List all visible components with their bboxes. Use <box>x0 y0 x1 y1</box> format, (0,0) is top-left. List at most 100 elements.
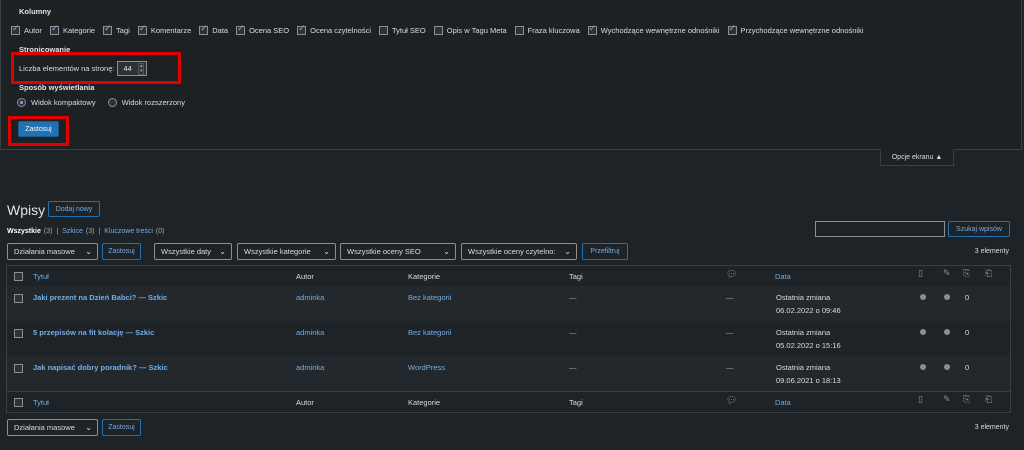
post-title-link[interactable]: 5 przepisów na fit kolację — Szkic <box>33 328 154 337</box>
column-option[interactable]: Komentarze <box>137 24 191 35</box>
column-option[interactable]: Przychodzące wewnętrzne odnośniki <box>727 24 864 35</box>
column-title-footer[interactable]: Tytuł <box>33 398 49 407</box>
column-option[interactable]: Tagi <box>103 24 130 35</box>
extended-view-radio[interactable] <box>107 98 117 107</box>
column-tags: Tagi <box>569 272 583 281</box>
post-category-link[interactable]: Bez kategorii <box>408 328 451 337</box>
search-posts-button[interactable]: Szukaj wpisów <box>948 221 1010 237</box>
post-title-link[interactable]: Jaki prezent na Dzień Babci? — Szkic <box>33 293 167 302</box>
comment-icon[interactable]: 💬︎ <box>726 396 737 406</box>
post-comments: — <box>726 363 734 372</box>
filter-button[interactable]: Przefiltruj <box>582 243 628 260</box>
row-checkbox[interactable] <box>14 364 23 373</box>
column-option-label: Data <box>212 25 229 35</box>
column-option-label: Fraza kluczowa <box>527 25 580 35</box>
posts-table: Tytuł Autor Kategorie Tagi 💬︎ Data ▯ ✎ ⎘… <box>6 265 1011 413</box>
outgoing-links-icon: ⎘ <box>963 269 971 279</box>
column-checkbox[interactable] <box>587 24 597 35</box>
categories-value: Wszystkie kategorie <box>244 247 311 256</box>
post-title-link[interactable]: Jak napisać dobry poradnik? — Szkic <box>33 363 168 372</box>
column-checkbox[interactable] <box>297 24 307 35</box>
post-author-link[interactable]: adminka <box>296 293 324 302</box>
post-category-link[interactable]: Bez kategorii <box>408 293 451 302</box>
table-row: 5 przepisów na fit kolację — Szkic admink… <box>7 321 1010 356</box>
column-option-label: Wychodzące wewnętrzne odnośniki <box>600 25 720 35</box>
bulk-actions-value: Działania masowe <box>14 247 75 256</box>
comment-icon[interactable]: 💬︎ <box>726 270 737 280</box>
bulk-actions-select[interactable]: Działania masowe ⌄ <box>7 243 98 260</box>
readability-select[interactable]: Wszystkie oceny czytelno: ⌄ <box>461 243 577 260</box>
bulk-actions-select-bottom[interactable]: Działania masowe ⌄ <box>7 419 98 436</box>
dates-select[interactable]: Wszystkie daty ⌄ <box>154 243 232 260</box>
compact-view-radio[interactable] <box>17 98 26 107</box>
post-category-link[interactable]: WordPress <box>408 363 445 372</box>
filter-cornerstone[interactable]: Kluczowe treści <box>104 228 153 235</box>
column-option[interactable]: Kategorie <box>49 24 96 35</box>
column-option[interactable]: Ocena SEO <box>236 24 289 35</box>
row-checkbox[interactable] <box>14 329 23 338</box>
column-tags-footer: Tagi <box>569 398 583 407</box>
column-checkbox[interactable] <box>236 24 246 35</box>
post-author-link[interactable]: adminka <box>296 328 324 337</box>
readability-icon: ✎ <box>943 395 951 405</box>
column-checkbox[interactable] <box>49 24 59 35</box>
column-option-label: Kategorie <box>62 25 96 35</box>
column-checkbox[interactable] <box>727 24 737 35</box>
post-date-label: Ostatnia zmiana <box>776 293 831 302</box>
highlight-apply <box>8 116 69 146</box>
extended-view-label: Widok rozszerzony <box>121 98 185 107</box>
bulk-apply-button[interactable]: Zastosuj <box>102 243 141 260</box>
column-checkbox[interactable] <box>137 24 147 35</box>
incoming-links-icon: ⎗ <box>985 269 993 279</box>
dates-value: Wszystkie daty <box>161 247 212 256</box>
column-option[interactable]: Tytuł SEO <box>379 25 426 35</box>
filter-drafts-count: (3) <box>85 228 95 235</box>
column-option[interactable]: Fraza kluczowa <box>514 25 580 35</box>
seo-score-dot <box>920 364 926 370</box>
readability-dot <box>944 364 950 370</box>
column-option[interactable]: Opis w Tagu Meta <box>433 25 507 35</box>
table-row: Jaki prezent na Dzień Babci? — Szkic admi… <box>7 286 1010 321</box>
search-input[interactable] <box>815 221 945 237</box>
chevron-down-icon: ⌄ <box>219 247 226 256</box>
select-all-checkbox-footer[interactable] <box>14 398 23 407</box>
column-checkbox[interactable] <box>199 24 209 35</box>
column-checkbox[interactable] <box>379 25 388 35</box>
bulk-apply-button-bottom[interactable]: Zastosuj <box>102 419 141 436</box>
seo-score-icon: ▯ <box>918 395 923 405</box>
filter-all[interactable]: Wszystkie <box>7 228 41 235</box>
column-option-label: Opis w Tagu Meta <box>446 25 507 35</box>
column-option-label: Tagi <box>116 25 130 35</box>
column-author-footer: Autor <box>296 398 314 407</box>
column-option[interactable]: Data <box>199 24 229 35</box>
column-option[interactable]: Ocena czytelności <box>297 24 371 35</box>
column-option[interactable]: Wychodzące wewnętrzne odnośniki <box>587 24 720 35</box>
select-all-checkbox[interactable] <box>14 272 23 281</box>
display-mode-heading: Sposób wyświetlania <box>19 83 95 92</box>
post-author-link[interactable]: adminka <box>296 363 324 372</box>
post-date: 06.02.2022 o 09:46 <box>776 306 841 315</box>
filter-drafts[interactable]: Szkice <box>62 228 83 235</box>
incoming-links-icon: ⎗ <box>985 395 993 405</box>
outgoing-links-count: 0 <box>965 328 970 337</box>
categories-select[interactable]: Wszystkie kategorie ⌄ <box>237 243 336 260</box>
columns-checkbox-row: Autor Kategorie Tagi Komentarze Data Ocena SE… <box>11 23 872 37</box>
screen-options-tab[interactable]: Opcje ekranu ▲ <box>880 149 954 166</box>
seo-score-icon: ▯ <box>918 269 923 279</box>
column-checkbox[interactable] <box>11 24 20 35</box>
row-checkbox[interactable] <box>14 294 23 303</box>
add-new-button[interactable]: Dodaj nowy <box>48 201 100 217</box>
column-checkbox[interactable] <box>103 24 113 35</box>
column-option-label: Autor <box>24 25 42 35</box>
column-title[interactable]: Tytuł <box>33 272 49 281</box>
column-categories-footer: Kategorie <box>408 398 441 407</box>
filter-all-count: (3) <box>43 228 53 235</box>
column-date-footer[interactable]: Data <box>775 398 791 407</box>
post-comments: — <box>726 293 734 302</box>
column-option[interactable]: Autor <box>11 24 42 35</box>
column-categories: Kategorie <box>408 272 441 281</box>
column-date[interactable]: Data <box>775 272 791 281</box>
column-checkbox[interactable] <box>433 25 443 35</box>
seo-score-select[interactable]: Wszystkie oceny SEO ⌄ <box>340 243 456 260</box>
column-checkbox[interactable] <box>514 25 524 35</box>
